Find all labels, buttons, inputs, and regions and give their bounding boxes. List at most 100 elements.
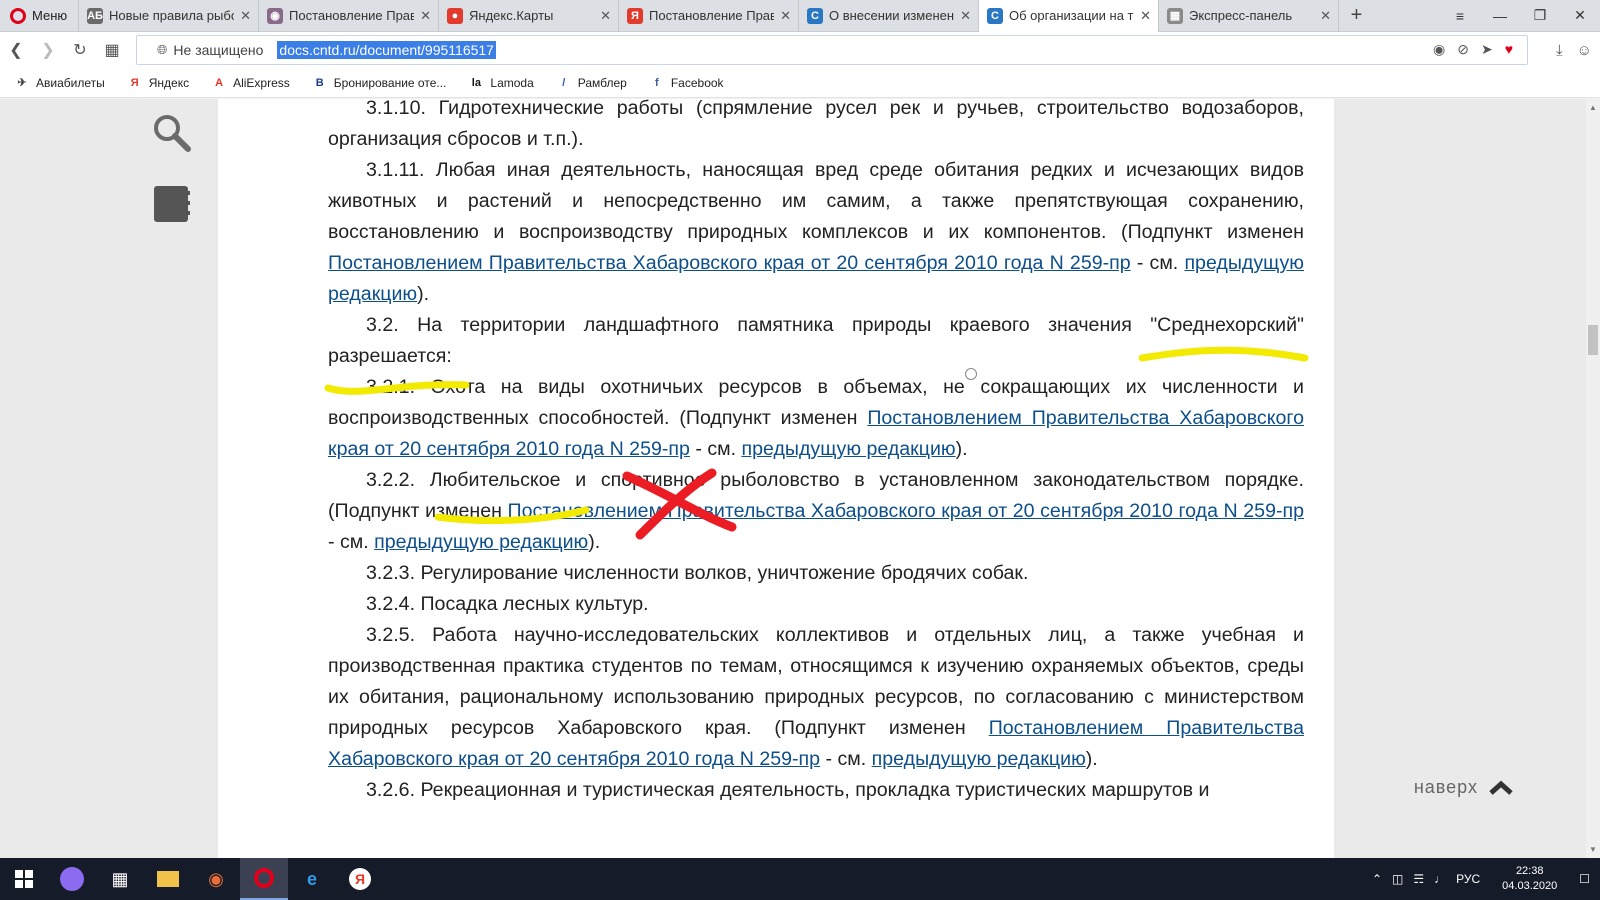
- clock-date: 04.03.2020: [1502, 880, 1558, 892]
- to-top-label: наверх: [1413, 777, 1478, 797]
- address-actions: ◉ ⊘ ➤ ♥: [1433, 41, 1513, 58]
- restore-icon[interactable]: ❐: [1520, 0, 1560, 32]
- new-tab-button[interactable]: +: [1338, 0, 1374, 32]
- document-paragraph: 3.2.2. Любительское и спортивное рыболов…: [328, 465, 1304, 558]
- bookmark-item[interactable]: f Facebook: [649, 75, 724, 91]
- document-paragraph: 3.2.6. Рекреационная и туристическая дея…: [328, 775, 1304, 806]
- bookmark-label: Facebook: [670, 75, 724, 90]
- browser-tab[interactable]: C Об организации на тер ✕: [978, 0, 1158, 32]
- bookmark-item[interactable]: la Lamoda: [468, 75, 534, 91]
- browser-tab[interactable]: ● Яндекс.Карты ✕: [438, 0, 618, 32]
- scroll-up-icon[interactable]: ▲: [1589, 103, 1597, 112]
- paragraph-text: 3.1.10. Гидротехнические работы (спрямле…: [328, 99, 1304, 150]
- rambler-icon: /: [562, 76, 566, 89]
- document-paragraph: 3.2.3. Регулирование численности волков,…: [328, 558, 1304, 589]
- globe-icon: 🌐︎: [157, 42, 168, 57]
- windows-start-icon[interactable]: [0, 858, 48, 900]
- forward-icon[interactable]: ❯: [32, 32, 64, 68]
- tab-close-icon[interactable]: ✕: [240, 8, 251, 24]
- speed-dial-icon[interactable]: ▦: [96, 32, 128, 68]
- browser-tab[interactable]: ▦ Экспресс-панель ✕: [1158, 0, 1338, 32]
- calculator-icon[interactable]: ▦: [96, 858, 144, 900]
- paragraph-text: 3.2.6. Рекреационная и туристическая дея…: [366, 779, 1210, 801]
- opera-taskbar-icon[interactable]: [240, 858, 288, 900]
- yandex-icon: Я: [130, 76, 139, 89]
- map-pin-favicon-icon: ●: [447, 7, 463, 24]
- bookmark-item[interactable]: ✈ Авиабилеты: [14, 75, 104, 91]
- navigation-bar: ❮ ❯ ↻ ▦ 🌐︎ Не защищено docs.cntd.ru/docu…: [0, 32, 1600, 68]
- bookmark-item[interactable]: Я Яндекс: [127, 75, 189, 91]
- tab-close-icon[interactable]: ✕: [780, 8, 791, 24]
- back-icon[interactable]: ❮: [0, 32, 32, 68]
- cntd-favicon-icon: C: [807, 7, 823, 24]
- tab-close-icon[interactable]: ✕: [960, 8, 971, 24]
- heart-icon[interactable]: ♥: [1505, 41, 1513, 58]
- scrollbar-thumb[interactable]: [1588, 325, 1598, 355]
- file-explorer-icon[interactable]: [144, 858, 192, 900]
- wifi-icon[interactable]: ☴: [1413, 872, 1424, 886]
- tab-close-icon[interactable]: ✕: [600, 8, 611, 24]
- browser-tab[interactable]: Я Постановление Правит ✕: [618, 0, 798, 32]
- maps-app-icon[interactable]: ◉: [192, 858, 240, 900]
- reload-icon[interactable]: ↻: [64, 32, 96, 68]
- yandex-browser-icon[interactable]: Я: [336, 858, 384, 900]
- chevron-up-tray-icon[interactable]: ⌃: [1372, 872, 1382, 886]
- close-window-icon[interactable]: ✕: [1560, 0, 1600, 32]
- document-paragraph: 3.1.11. Любая иная деятельность, наносящ…: [328, 155, 1304, 310]
- document-text: 3.1.10. Гидротехнические работы (спрямле…: [328, 99, 1304, 806]
- bookmark-item[interactable]: / Рамблер: [556, 75, 627, 91]
- language-indicator[interactable]: РУС: [1456, 872, 1480, 886]
- tab-close-icon[interactable]: ✕: [1320, 8, 1331, 24]
- vertical-scrollbar[interactable]: ▲ ▼: [1586, 99, 1600, 858]
- send-icon[interactable]: ➤: [1481, 41, 1493, 58]
- minimize-icon[interactable]: —: [1480, 0, 1520, 32]
- paragraph-text: ).: [417, 283, 430, 305]
- notebook-icon[interactable]: [150, 182, 194, 226]
- paragraph-text: - см.: [820, 748, 872, 770]
- document-link[interactable]: Постановлением Правительства Хабаровског…: [507, 500, 1304, 522]
- paragraph-text: - см.: [1130, 252, 1185, 274]
- scroll-to-top-button[interactable]: наверх: [1414, 777, 1514, 798]
- tab-close-icon[interactable]: ✕: [420, 8, 431, 24]
- tab-label: Постановление Правит: [649, 8, 774, 23]
- bookmark-item[interactable]: A AliExpress: [211, 75, 290, 91]
- address-bar[interactable]: 🌐︎ Не защищено docs.cntd.ru/document/995…: [136, 35, 1528, 65]
- alice-assistant-icon[interactable]: [48, 858, 96, 900]
- document-link[interactable]: Постановлением Правительства Хабаровског…: [328, 252, 1131, 274]
- bookmark-item[interactable]: B Бронирование оте...: [312, 75, 447, 91]
- clock-time: 22:38: [1515, 865, 1544, 877]
- edge-icon[interactable]: e: [288, 858, 336, 900]
- volume-icon[interactable]: ♩: [1434, 872, 1446, 886]
- search-icon[interactable]: [150, 111, 194, 155]
- menu-label: Меню: [32, 8, 68, 23]
- browser-tab[interactable]: ◉ Постановление Правит ✕: [258, 0, 438, 32]
- document-link[interactable]: предыдущую редакцию: [872, 748, 1086, 770]
- adblock-icon[interactable]: ⊘: [1457, 41, 1469, 58]
- camera-icon[interactable]: ◉: [1433, 41, 1445, 58]
- scroll-down-icon[interactable]: ▼: [1589, 845, 1597, 854]
- tab-label: Новые правила рыболо: [109, 8, 234, 23]
- clock[interactable]: 22:38 04.03.2020: [1502, 864, 1557, 894]
- grid-favicon-icon: ▦: [1167, 7, 1183, 24]
- user-icon[interactable]: ☺: [1577, 42, 1592, 59]
- system-tray: ⌃ ◫ ☴ ♩ РУС 22:38 04.03.2020 ☐: [1372, 858, 1600, 900]
- tab-menu-icon[interactable]: ≡: [1440, 0, 1480, 32]
- url-text[interactable]: docs.cntd.ru/document/995116517: [277, 41, 496, 59]
- document-link[interactable]: предыдущую редакцию: [374, 531, 588, 553]
- news-favicon-icon: АБ: [87, 7, 103, 24]
- security-status[interactable]: Не защищено: [173, 42, 263, 58]
- tab-close-icon[interactable]: ✕: [1140, 8, 1151, 24]
- browser-tab[interactable]: АБ Новые правила рыболо ✕: [78, 0, 258, 32]
- chevron-up-icon: [1489, 780, 1513, 795]
- opera-menu-button[interactable]: Меню: [0, 0, 78, 32]
- download-icon[interactable]: ⤓: [1556, 42, 1563, 59]
- battery-icon[interactable]: ◫: [1392, 872, 1403, 886]
- notifications-icon[interactable]: ☐: [1579, 872, 1590, 886]
- browser-tab[interactable]: C О внесении изменений ✕: [798, 0, 978, 32]
- paragraph-text: ).: [588, 531, 601, 553]
- bookmark-label: Яндекс: [148, 75, 190, 90]
- bookmark-label: Рамблер: [577, 75, 627, 90]
- document-link[interactable]: предыдущую редакцию: [741, 438, 955, 460]
- mouse-cursor: [965, 368, 977, 380]
- paragraph-text: 3.1.11. Любая иная деятельность, наносящ…: [328, 159, 1304, 243]
